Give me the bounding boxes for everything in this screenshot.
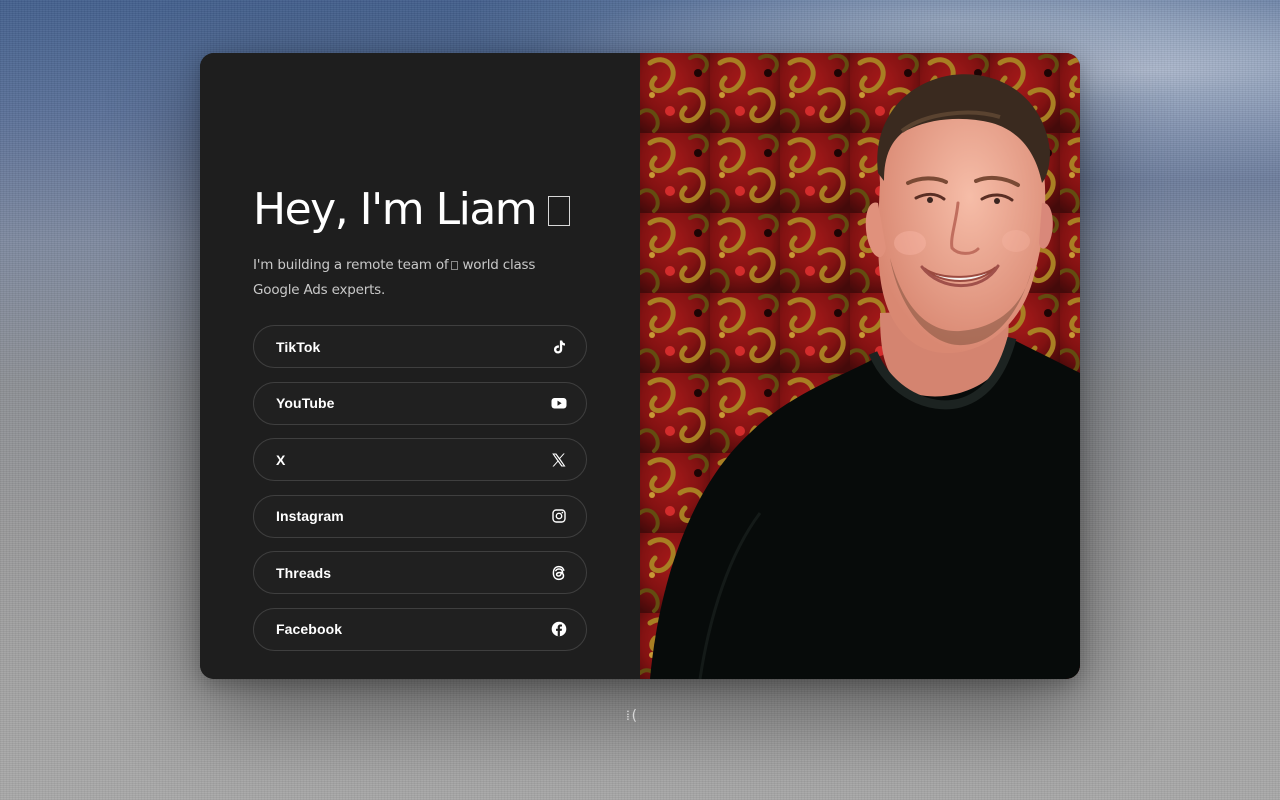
wave-icon (548, 196, 571, 226)
x-link[interactable]: X (253, 438, 587, 482)
social-links: TikTok YouTube X Instagram Threads Faceb… (253, 325, 587, 665)
bio-text-before: I'm building a remote team of (253, 257, 449, 273)
headline-text: Hey, I'm Liam (253, 184, 538, 235)
youtube-link[interactable]: YouTube (253, 381, 587, 425)
page-title: Hey, I'm Liam (253, 181, 571, 239)
facebook-icon (551, 621, 567, 637)
tiktok-label: TikTok (276, 338, 321, 355)
tiktok-icon (551, 339, 567, 355)
tiktok-link[interactable]: TikTok (253, 325, 587, 368)
x-label: X (276, 451, 286, 468)
x-icon (551, 452, 567, 468)
threads-icon (551, 565, 567, 581)
footer-glyph: ⁞( (626, 708, 639, 724)
profile-card: Hey, I'm Liam I'm building a remote team… (200, 53, 1080, 679)
threads-link[interactable]: Threads (253, 551, 587, 595)
emoji-placeholder-icon (451, 261, 459, 270)
instagram-label: Instagram (276, 508, 344, 525)
youtube-label: YouTube (276, 395, 335, 412)
facebook-label: Facebook (276, 621, 343, 638)
facebook-link[interactable]: Facebook (253, 607, 587, 651)
bio-text: I'm building a remote team of world class… (253, 253, 573, 303)
profile-panel: Hey, I'm Liam I'm building a remote team… (200, 53, 640, 679)
instagram-icon (551, 508, 567, 524)
threads-label: Threads (276, 564, 332, 581)
profile-photo (640, 53, 1080, 679)
youtube-icon (551, 395, 567, 411)
instagram-link[interactable]: Instagram (253, 494, 587, 538)
portrait-photo (640, 53, 1080, 679)
